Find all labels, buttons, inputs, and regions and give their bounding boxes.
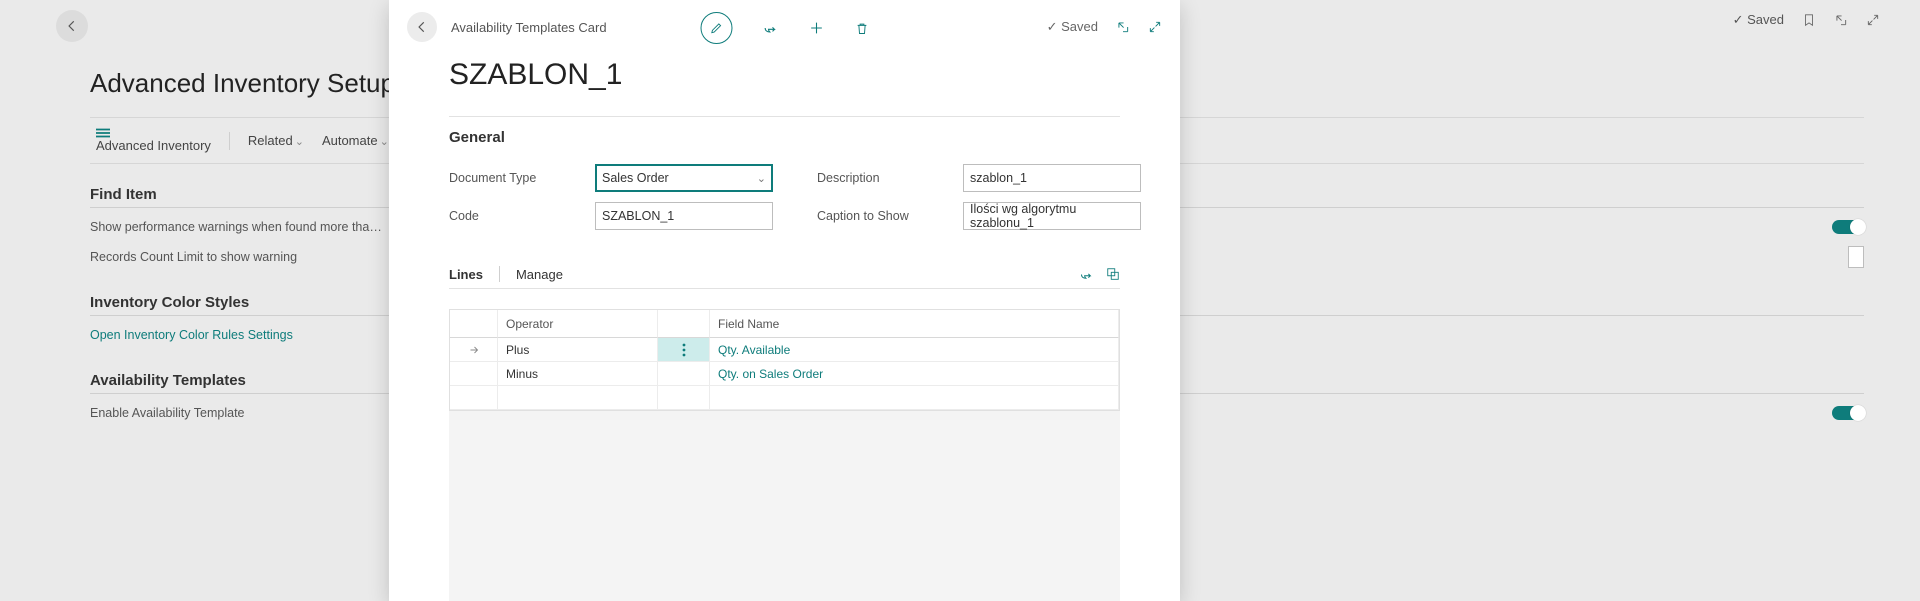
setting-label: Enable Availability Template: [90, 406, 245, 420]
action-label: Advanced Inventory: [96, 138, 211, 153]
row-selector[interactable]: [450, 386, 498, 410]
share-icon: [1079, 267, 1094, 282]
separator: [499, 266, 500, 282]
caption-input[interactable]: Ilości wg algorytmu szablonu_1: [963, 202, 1141, 230]
setting-label: Records Count Limit to show warning: [90, 250, 297, 264]
document-type-select[interactable]: Sales Order ⌄: [595, 164, 773, 192]
cell-field[interactable]: Qty. Available: [710, 338, 1119, 362]
open-color-rules-link[interactable]: Open Inventory Color Rules Settings: [90, 328, 293, 342]
plus-icon: [808, 20, 824, 36]
saved-indicator: Saved: [1047, 19, 1098, 35]
list-icon: [96, 128, 110, 138]
row-menu[interactable]: [658, 338, 710, 362]
lines-manage[interactable]: Manage: [516, 267, 563, 282]
cell-field[interactable]: [710, 386, 1119, 410]
saved-indicator: Saved: [1733, 12, 1784, 28]
field-document-type: Document Type Sales Order ⌄: [449, 164, 773, 192]
section-general: General: [449, 116, 1120, 150]
input-value: SZABLON_1: [602, 209, 674, 223]
cell-operator[interactable]: [498, 386, 658, 410]
action-related[interactable]: Related⌄: [248, 133, 304, 148]
general-form: Document Type Sales Order ⌄ Description …: [449, 164, 1120, 230]
lines-popout-button[interactable]: [1106, 267, 1120, 282]
action-label: Related: [248, 133, 293, 148]
cell-operator[interactable]: Minus: [498, 362, 658, 386]
field-description: Description szablon_1: [817, 164, 1141, 192]
grid-row-empty[interactable]: [450, 386, 1119, 410]
edit-button[interactable]: [700, 12, 732, 44]
cell-field[interactable]: Qty. on Sales Order: [710, 362, 1119, 386]
row-menu[interactable]: [658, 386, 710, 410]
input-value: szablon_1: [970, 171, 1027, 185]
new-button[interactable]: [808, 20, 824, 36]
delete-button[interactable]: [854, 21, 869, 36]
share-icon: [762, 20, 778, 36]
grid-row[interactable]: Minus Qty. on Sales Order: [450, 362, 1119, 386]
popout-icon[interactable]: [1834, 13, 1848, 27]
description-input[interactable]: szablon_1: [963, 164, 1141, 192]
field-label: Description: [817, 171, 939, 185]
bg-topbar-right: Saved: [1733, 12, 1880, 28]
row-menu[interactable]: [658, 362, 710, 386]
action-automate[interactable]: Automate⌄: [322, 133, 389, 148]
arrow-right-icon: [468, 344, 480, 356]
expand-icon: [1148, 20, 1162, 34]
field-label: Caption to Show: [817, 209, 939, 223]
field-label: Code: [449, 209, 571, 223]
card-top-center: [700, 12, 869, 44]
grid-row[interactable]: Plus Qty. Available: [450, 338, 1119, 362]
grid-filler: [449, 411, 1120, 601]
cell-operator[interactable]: Plus: [498, 338, 658, 362]
select-value: Sales Order: [602, 171, 669, 185]
grid-header-operator[interactable]: Operator: [498, 310, 658, 338]
collapse-icon[interactable]: [1866, 13, 1880, 27]
lines-actions: [1079, 267, 1120, 282]
share-button[interactable]: [762, 20, 778, 36]
lines-title: Lines: [449, 267, 483, 282]
breadcrumb: Availability Templates Card: [451, 20, 607, 35]
arrow-left-icon: [415, 20, 429, 34]
records-limit-input[interactable]: [1848, 246, 1864, 268]
chevron-down-icon: ⌄: [295, 136, 304, 148]
field-label: Document Type: [449, 171, 571, 185]
action-label: Automate: [322, 133, 378, 148]
record-title: SZABLON_1: [449, 58, 1120, 92]
input-value: Ilości wg algorytmu szablonu_1: [970, 202, 1134, 230]
lines-header: Lines Manage: [449, 266, 1120, 289]
row-selector[interactable]: [450, 362, 498, 386]
pencil-icon: [709, 21, 723, 35]
popout-button[interactable]: [1116, 20, 1130, 34]
code-input[interactable]: SZABLON_1: [595, 202, 773, 230]
toggle-perf-warnings[interactable]: [1832, 220, 1864, 234]
back-button[interactable]: [407, 12, 437, 42]
expand-button[interactable]: [1148, 20, 1162, 34]
bookmark-icon[interactable]: [1802, 13, 1816, 27]
trash-icon: [854, 21, 869, 36]
toggle-enable-availability[interactable]: [1832, 406, 1864, 420]
chevron-down-icon: ⌄: [380, 136, 389, 148]
grid-header-row: Operator Field Name: [450, 310, 1119, 338]
grid-header-field[interactable]: Field Name: [710, 310, 1119, 338]
setting-label: Show performance warnings when found mor…: [90, 220, 382, 234]
field-code: Code SZABLON_1: [449, 202, 773, 230]
card-body: SZABLON_1 General Document Type Sales Or…: [389, 42, 1180, 601]
action-advanced-inventory[interactable]: Advanced Inventory: [96, 128, 211, 153]
field-caption: Caption to Show Ilości wg algorytmu szab…: [817, 202, 1141, 230]
popout-icon: [1116, 20, 1130, 34]
popout-icon: [1106, 267, 1120, 281]
more-vertical-icon: [682, 343, 686, 357]
grid-header-menu: [658, 310, 710, 338]
arrow-left-icon: [65, 19, 79, 33]
lines-grid: Operator Field Name Plus Qty. Available …: [449, 309, 1120, 411]
lines-share-button[interactable]: [1079, 267, 1094, 282]
card-topbar: Availability Templates Card Saved: [389, 0, 1180, 42]
back-button[interactable]: [56, 10, 88, 42]
chevron-down-icon: ⌄: [757, 172, 766, 185]
availability-template-card: Availability Templates Card Saved SZABLO…: [389, 0, 1180, 601]
separator: [229, 132, 230, 150]
grid-header-select: [450, 310, 498, 338]
card-top-right: Saved: [1047, 19, 1162, 35]
row-selector[interactable]: [450, 338, 498, 362]
